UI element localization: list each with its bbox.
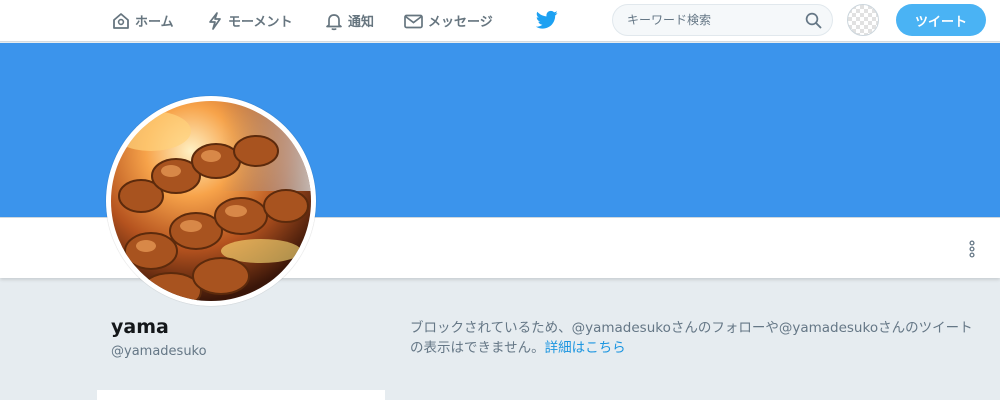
learn-more-link[interactable]: 詳細はこちら bbox=[545, 340, 626, 356]
tweet-button[interactable]: ツイート bbox=[896, 4, 986, 36]
profile-screen-name: @yamadesuko bbox=[111, 344, 207, 359]
nav-notifications[interactable]: 通知 bbox=[324, 0, 374, 41]
lightning-icon bbox=[209, 11, 221, 30]
nav-moments-label: モーメント bbox=[228, 15, 293, 30]
profile-photo-image bbox=[111, 101, 311, 301]
nav-home-label: ホーム bbox=[135, 15, 174, 30]
search-icon[interactable] bbox=[805, 12, 822, 29]
blocked-message: ブロックされているため、@yamadesukoさんのフォローや@yamadesu… bbox=[410, 318, 982, 358]
envelope-icon bbox=[404, 14, 423, 28]
profile-display-name: yama bbox=[111, 316, 169, 338]
user-avatar-menu[interactable] bbox=[847, 4, 879, 36]
bell-icon bbox=[326, 13, 342, 30]
nav-notifications-label: 通知 bbox=[348, 15, 375, 30]
twitter-bird-logo[interactable] bbox=[536, 10, 558, 30]
nav-moments[interactable]: モーメント bbox=[206, 0, 292, 41]
nav-home[interactable]: ホーム bbox=[111, 0, 174, 41]
blocked-message-text: ブロックされているため、@yamadesukoさんのフォローや@yamadesu… bbox=[410, 320, 973, 356]
search-box bbox=[612, 4, 833, 36]
search-input[interactable] bbox=[625, 12, 799, 28]
home-icon bbox=[113, 12, 129, 29]
profile-avatar[interactable] bbox=[106, 96, 316, 306]
profile-side-card bbox=[97, 390, 385, 400]
nav-messages[interactable]: メッセージ bbox=[403, 0, 493, 41]
nav-messages-label: メッセージ bbox=[428, 15, 493, 30]
top-navigation-bar: ホーム モーメント 通知 メッセージ ツイート bbox=[0, 0, 1000, 42]
more-vertical-icon[interactable] bbox=[967, 240, 977, 258]
